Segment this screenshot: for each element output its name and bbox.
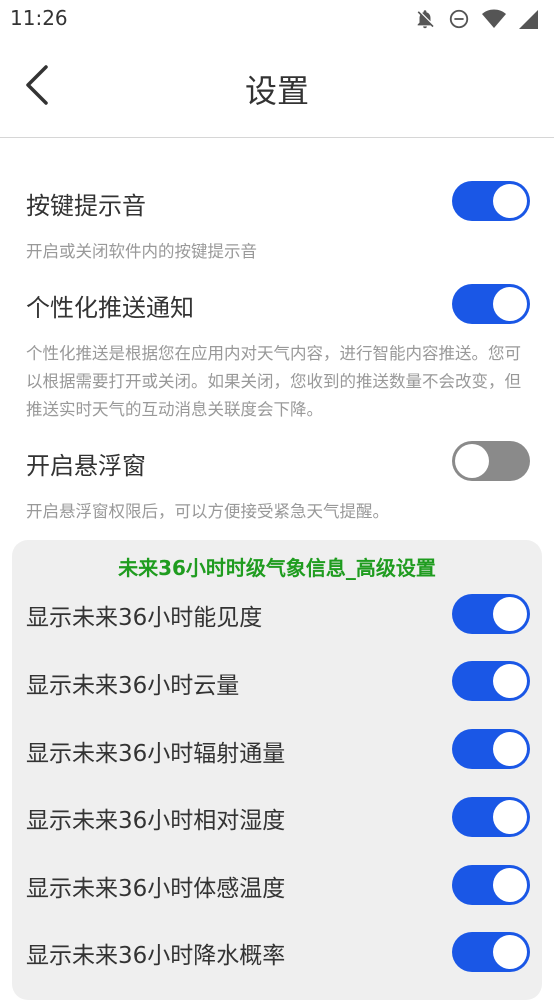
signal-icon [518, 8, 538, 30]
setting-title-floating-window: 开启悬浮窗 [26, 452, 146, 480]
toggle-knob [493, 800, 527, 834]
advanced-settings-panel: 未来36小时时级气象信息_高级设置 显示未来36小时能见度 显示未来36小时云量… [12, 540, 542, 1000]
advanced-item-cloud-cover-label: 显示未来36小时云量 [26, 673, 240, 699]
toggle-knob [493, 868, 527, 902]
do-not-disturb-icon [448, 8, 470, 30]
setting-title-key-sound: 按键提示音 [26, 192, 146, 220]
status-bar: 11:26 [0, 0, 554, 40]
setting-desc-key-sound: 开启或关闭软件内的按键提示音 [26, 242, 257, 261]
toggle-knob [493, 732, 527, 766]
setting-title-personalized-push: 个性化推送通知 [26, 294, 194, 322]
toggle-radiation-flux[interactable] [452, 729, 530, 769]
advanced-settings-title: 未来36小时时级气象信息_高级设置 [118, 556, 436, 580]
advanced-item-feels-like-label: 显示未来36小时体感温度 [26, 876, 286, 902]
toggle-feels-like[interactable] [452, 865, 530, 905]
toggle-floating-window[interactable] [452, 441, 530, 481]
advanced-item-visibility-label: 显示未来36小时能见度 [26, 605, 263, 631]
toggle-relative-humidity[interactable] [452, 797, 530, 837]
advanced-item-precipitation-label: 显示未来36小时降水概率 [26, 943, 286, 969]
toggle-cloud-cover[interactable] [452, 661, 530, 701]
wifi-icon [482, 8, 506, 30]
toggle-knob [493, 287, 527, 321]
page-title: 设置 [244, 72, 309, 110]
toggle-knob [493, 664, 527, 698]
notifications-off-icon [414, 8, 436, 30]
toggle-personalized-push[interactable] [452, 284, 530, 324]
status-icons [414, 8, 538, 30]
setting-desc-personalized-push: 个性化推送是根据您在应用内对天气内容，进行智能内容推送。您可以根据需要打开或关闭… [26, 344, 521, 419]
toggle-knob [493, 184, 527, 218]
toggle-knob [455, 444, 489, 478]
toggle-knob [493, 597, 527, 631]
app-bar: 设置 [0, 40, 554, 138]
toggle-precipitation[interactable] [452, 932, 530, 972]
toggle-key-sound[interactable] [452, 181, 530, 221]
toggle-visibility[interactable] [452, 594, 530, 634]
toggle-knob [493, 935, 527, 969]
advanced-item-radiation-flux-label: 显示未来36小时辐射通量 [26, 741, 286, 767]
status-time: 11:26 [10, 6, 68, 30]
advanced-item-relative-humidity-label: 显示未来36小时相对湿度 [26, 808, 286, 834]
setting-desc-floating-window: 开启悬浮窗权限后，可以方便接受紧急天气提醒。 [26, 502, 389, 521]
